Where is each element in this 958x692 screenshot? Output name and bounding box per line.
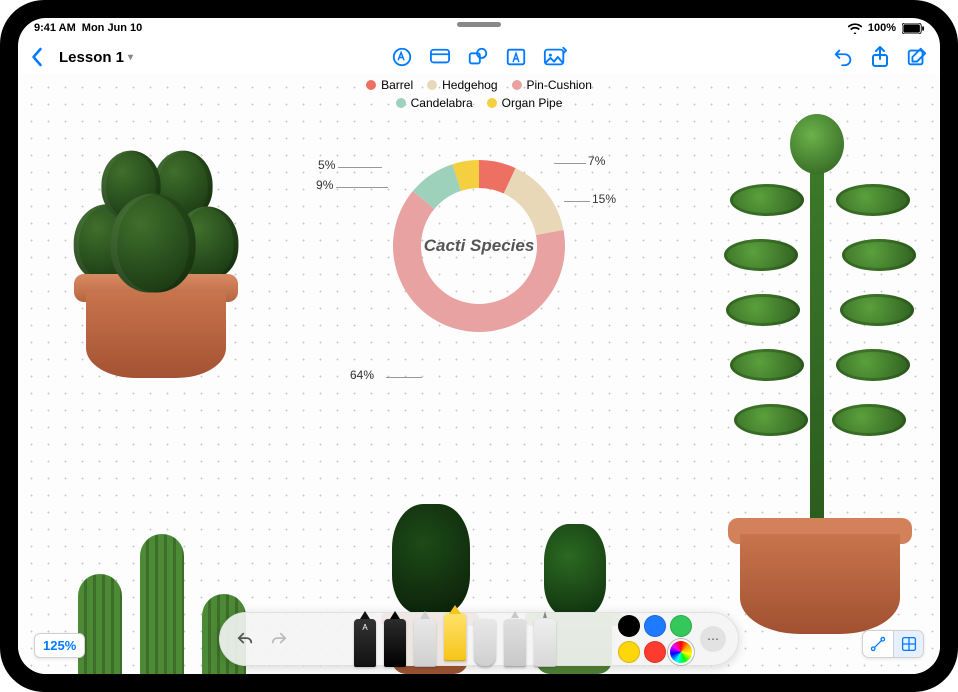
undo-button[interactable] (832, 46, 854, 68)
document-title[interactable]: Lesson 1 ▾ (59, 49, 133, 66)
zoom-level-text: 125% (43, 638, 76, 653)
chart-value-label: 15% (592, 192, 616, 206)
battery-percentage: 100% (868, 22, 896, 34)
shapes-button[interactable] (467, 46, 489, 68)
pen-tool-pencil[interactable] (414, 619, 436, 667)
color-yellow[interactable] (618, 641, 640, 663)
drawing-toolbar: A ⋯ (219, 612, 739, 666)
legend-swatch (366, 80, 376, 90)
image-barrel-cactus[interactable] (66, 118, 246, 378)
chart-legend: Barrel Hedgehog Pin-Cushion Candelabra O… (324, 78, 634, 110)
undo-draw-button[interactable] (232, 626, 258, 652)
pen-tool-marker[interactable] (384, 619, 406, 667)
donut-chart[interactable]: Cacti Species (379, 146, 579, 346)
status-bar: 9:41 AM Mon Jun 10 100% (18, 18, 940, 38)
pen-tool-ruler[interactable] (534, 619, 556, 667)
chart-leader-line (564, 201, 590, 202)
freeform-canvas[interactable]: Barrel Hedgehog Pin-Cushion Candelabra O… (18, 74, 940, 674)
status-time: 9:41 AM (34, 22, 76, 34)
legend-item: Candelabra (396, 96, 473, 110)
chart-value-label: 64% (350, 368, 374, 382)
legend-label: Hedgehog (442, 78, 497, 92)
battery-icon (902, 23, 924, 34)
chart-value-label: 9% (316, 178, 333, 192)
pen-tools: A (300, 613, 610, 665)
pen-tool-pen[interactable]: A (354, 619, 376, 667)
color-green[interactable] (670, 615, 692, 637)
chart-leader-line (554, 163, 586, 164)
legend-swatch (427, 80, 437, 90)
legend-swatch (396, 98, 406, 108)
back-button[interactable] (30, 47, 43, 67)
app-toolbar: Lesson 1 ▾ (18, 40, 940, 74)
view-grid-button[interactable] (893, 631, 923, 657)
legend-item: Barrel (366, 78, 413, 92)
document-title-text: Lesson 1 (59, 49, 124, 66)
color-palette (618, 615, 692, 663)
pen-tool-eraser[interactable] (474, 619, 496, 667)
chart-leader-line (338, 167, 382, 168)
home-indicator-pill (457, 22, 501, 27)
view-switcher (862, 630, 924, 658)
view-connections-button[interactable] (863, 631, 893, 657)
legend-label: Pin-Cushion (527, 78, 592, 92)
wifi-icon (848, 23, 862, 34)
legend-item: Pin-Cushion (512, 78, 592, 92)
compose-button[interactable] (906, 46, 928, 68)
more-tools-button[interactable]: ⋯ (700, 626, 726, 652)
share-button[interactable] (870, 45, 890, 69)
legend-swatch (487, 98, 497, 108)
legend-label: Barrel (381, 78, 413, 92)
chart-value-label: 7% (588, 154, 605, 168)
sticky-note-button[interactable] (429, 47, 451, 67)
legend-label: Candelabra (411, 96, 473, 110)
color-blue[interactable] (644, 615, 666, 637)
legend-item: Hedgehog (427, 78, 497, 92)
chart-value-label: 5% (318, 158, 335, 172)
legend-swatch (512, 80, 522, 90)
draw-tool-button[interactable] (391, 46, 413, 68)
text-box-button[interactable] (505, 46, 527, 68)
media-button[interactable] (543, 46, 567, 68)
color-red[interactable] (644, 641, 666, 663)
pen-tool-lasso[interactable] (504, 619, 526, 667)
color-picker[interactable] (670, 641, 692, 663)
chart-leader-line (336, 187, 388, 188)
chevron-down-icon: ▾ (128, 52, 133, 63)
status-date: Mon Jun 10 (82, 22, 143, 34)
legend-item: Organ Pipe (487, 96, 563, 110)
legend-label: Organ Pipe (502, 96, 563, 110)
color-black[interactable] (618, 615, 640, 637)
drawing-tall-plant[interactable] (730, 104, 910, 624)
chart-title: Cacti Species (404, 236, 554, 256)
chart-leader-line (386, 377, 422, 378)
redo-draw-button[interactable] (266, 626, 292, 652)
zoom-level[interactable]: 125% (34, 633, 85, 658)
pen-tool-highlighter[interactable] (444, 613, 466, 661)
